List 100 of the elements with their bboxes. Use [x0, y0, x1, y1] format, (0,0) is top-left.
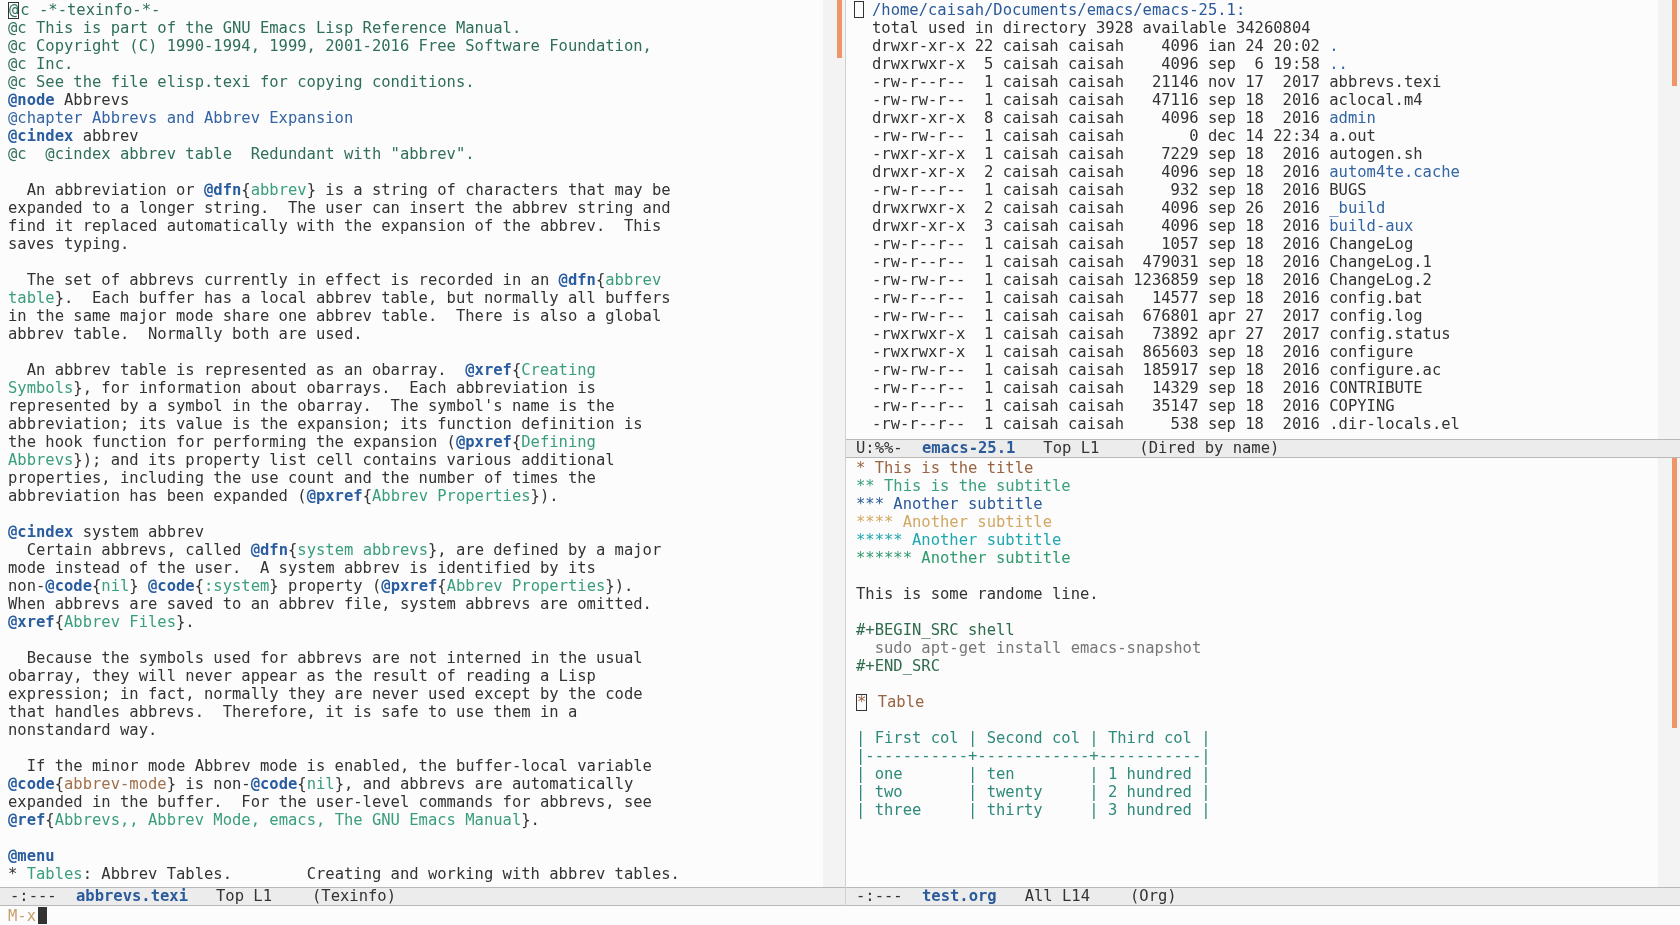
file-name[interactable]: configure.ac	[1329, 361, 1442, 379]
org-line: * This is the title	[856, 459, 1035, 477]
file-name[interactable]: config.status	[1329, 325, 1451, 343]
file-details: -rwxrwxr-x 1 caisah caisah 865603 sep 18 2016	[872, 343, 1321, 361]
file-name[interactable]: admin	[1329, 109, 1376, 127]
file-details: -rw-rw-r-- 1 caisah caisah 676801 apr 27 2017	[872, 307, 1321, 325]
source-line: @c Inc.	[8, 55, 75, 73]
file-name[interactable]: CONTRIBUTE	[1329, 379, 1423, 397]
source-line: * Tables: Abbrev Tables. Creating and working with abbrev tables.	[8, 865, 681, 883]
file-details: drwxr-xr-x 2 caisah caisah 4096 sep 18 2016	[872, 163, 1321, 181]
org-line: This is some randome line.	[856, 585, 1100, 603]
source-line: @c -*-texinfo-*-	[8, 1, 162, 19]
source-line: represented by a symbol in the obarray. The symbol's name is the	[8, 397, 616, 415]
file-name[interactable]: COPYING	[1329, 397, 1395, 415]
source-line: If the minor mode Abbrev mode is enabled, the buffer-local variable	[25, 757, 653, 775]
file-name[interactable]: ..	[1329, 55, 1348, 73]
file-name[interactable]: _build	[1329, 199, 1386, 217]
source-line: properties, including the use count and the number of times the	[8, 469, 597, 487]
file-name[interactable]: ChangeLog	[1329, 235, 1414, 253]
file-details: -rw-r--r-- 1 caisah caisah 14329 sep 18 2016	[872, 379, 1321, 397]
source-line: abbrev table. Normally both are used.	[8, 325, 364, 343]
file-name[interactable]: aclocal.m4	[1329, 91, 1423, 109]
file-details: -rw-rw-r-- 1 caisah caisah 185917 sep 18 2016	[872, 361, 1321, 379]
org-line: ****** Another subtitle	[856, 549, 1072, 567]
org-line: |-----------+------------+-----------|	[856, 747, 1212, 765]
major-mode: (Org)	[1130, 888, 1177, 905]
source-line: table}. Each buffer has a local abbrev table, but normally all buffers	[8, 289, 672, 307]
source-line: abbreviation has been expanded (@pxref{Abbrev Properties}).	[8, 487, 560, 505]
source-line: expanded to a longer string. The user can insert the abbrev string and	[8, 199, 672, 217]
source-line: @c Copyright (C) 1990-1994, 1999, 2001-2016 Free Software Foundation,	[8, 37, 653, 55]
source-line: expanded in the buffer. For the user-level commands for abbrevs, see	[8, 793, 653, 811]
file-details: drwxrwxr-x 5 caisah caisah 4096 sep 6 19:58	[872, 55, 1321, 73]
source-line: saves typing.	[8, 235, 131, 253]
file-details: -rw-rw-r-- 1 caisah caisah 0 dec 14 22:34	[872, 127, 1321, 145]
file-name[interactable]: config.bat	[1329, 289, 1423, 307]
org-line: sudo apt-get install emacs-snapshot	[873, 639, 1203, 657]
file-name[interactable]: build-aux	[1329, 217, 1414, 235]
scrollbar-thumb[interactable]	[837, 0, 842, 58]
file-name[interactable]: .dir-locals.el	[1329, 415, 1460, 433]
org-line: | one | ten | 1 hundred |	[856, 765, 1212, 783]
source-line: Abbrevs}); and its property list cell contains various additional	[8, 451, 616, 469]
org-line: | three | thirty | 3 hundred |	[856, 801, 1212, 819]
file-name[interactable]: autom4te.cache	[1329, 163, 1460, 181]
file-details: -rw-r--r-- 1 caisah caisah 479031 sep 18 2016	[872, 253, 1321, 271]
file-name[interactable]: ChangeLog.2	[1329, 271, 1432, 289]
source-line: Symbols}, for information about obarrays. Each abbreviation is	[8, 379, 597, 397]
file-details: -rw-rw-r-- 1 caisah caisah 47116 sep 18 2016	[872, 91, 1321, 109]
file-name[interactable]: .	[1329, 37, 1339, 55]
file-name[interactable]: BUGS	[1329, 181, 1367, 199]
file-name[interactable]: autogen.sh	[1329, 145, 1423, 163]
buffer-name[interactable]: emacs-25.1	[922, 440, 1044, 457]
source-line: Certain abbrevs, called @dfn{system abbrevs}, are defined by a major	[25, 541, 663, 559]
buffer-position: Top L1	[1043, 440, 1101, 457]
directory-path: /home/caisah/Documents/emacs/emacs-25.1:	[872, 1, 1246, 19]
buffer-position: Top L1	[216, 888, 273, 905]
buffer-name[interactable]: test.org	[922, 888, 1025, 905]
org-line: ** This is the subtitle	[856, 477, 1072, 495]
source-line: @chapter Abbrevs and Abbrev Expansion	[8, 109, 355, 127]
scrollbar-thumb[interactable]	[1672, 0, 1677, 86]
source-line: mode instead of the user. A system abbrev is identified by its	[8, 559, 597, 577]
major-mode: (Dired by name)	[1139, 440, 1280, 457]
source-line: non-@code{nil} @code{:system} property (@pxref{Abbrev Properties}).	[8, 577, 635, 595]
file-details: -rw-r--r-- 1 caisah caisah 21146 nov 17 2017	[872, 73, 1321, 91]
file-name[interactable]: configure	[1329, 343, 1414, 361]
org-line: * Table	[856, 693, 926, 711]
scrollbar-thumb[interactable]	[1672, 458, 1677, 728]
buffer-status: U:%%-	[855, 440, 904, 457]
org-line: *** Another subtitle	[856, 495, 1044, 513]
source-line: find it replaced automatically with the expansion of the abbrev. This	[8, 217, 663, 235]
source-line: expression; in fact, normally they are never used except by the code	[8, 685, 644, 703]
buffer-position: All L14	[1024, 888, 1091, 905]
source-line: nonstandard way.	[8, 721, 159, 739]
major-mode: (Texinfo)	[312, 888, 396, 905]
file-details: -rw-r--r-- 1 caisah caisah 14577 sep 18 2016	[872, 289, 1321, 307]
source-line: obarray, they will never appear as the result of reading a Lisp	[8, 667, 597, 685]
file-details: -rw-r--r-- 1 caisah caisah 932 sep 18 2016	[872, 181, 1321, 199]
file-details: -rw-rw-r-- 1 caisah caisah 1236859 sep 18 2016	[872, 271, 1321, 289]
org-line: | two | twenty | 2 hundred |	[856, 783, 1212, 801]
org-line: #+BEGIN_SRC shell	[856, 621, 1016, 639]
source-line: Because the symbols used for abbrevs are not interned in the usual	[25, 649, 644, 667]
buffer-name[interactable]: abbrevs.texi	[76, 888, 216, 905]
source-line: @c This is part of the GNU Emacs Lisp Reference Manual.	[8, 19, 523, 37]
source-line: The set of abbrevs currently in effect is recorded in an @dfn{abbrev	[25, 271, 663, 289]
file-details: -rwxrwxr-x 1 caisah caisah 73892 apr 27 2017	[872, 325, 1321, 343]
directory-total: total used in directory 3928 available 34260804	[871, 19, 1312, 37]
source-line: in the same major mode share one abbrev table. There is also a global	[8, 307, 663, 325]
file-name[interactable]: abbrevs.texi	[1329, 73, 1442, 91]
file-details: drwxr-xr-x 8 caisah caisah 4096 sep 18 2016	[872, 109, 1321, 127]
file-name[interactable]: config.log	[1329, 307, 1423, 325]
source-line: An abbrev table is represented as an obarray. @xref{Creating	[25, 361, 597, 379]
source-line: @menu	[8, 847, 56, 865]
source-line: @node Abbrevs	[8, 91, 131, 109]
file-details: -rw-r--r-- 1 caisah caisah 35147 sep 18 2016	[872, 397, 1321, 415]
org-line: #+END_SRC	[856, 657, 941, 675]
file-name[interactable]: ChangeLog.1	[1329, 253, 1432, 271]
source-line: the hook function for performing the expansion (@pxref{Defining	[8, 433, 597, 451]
file-name[interactable]: a.out	[1329, 127, 1376, 145]
source-line: @code{abbrev-mode} is non-@code{nil}, and abbrevs are automatically	[8, 775, 635, 793]
text-cursor	[38, 907, 47, 924]
source-line: abbreviation; its value is the expansion; its function definition is	[8, 415, 644, 433]
